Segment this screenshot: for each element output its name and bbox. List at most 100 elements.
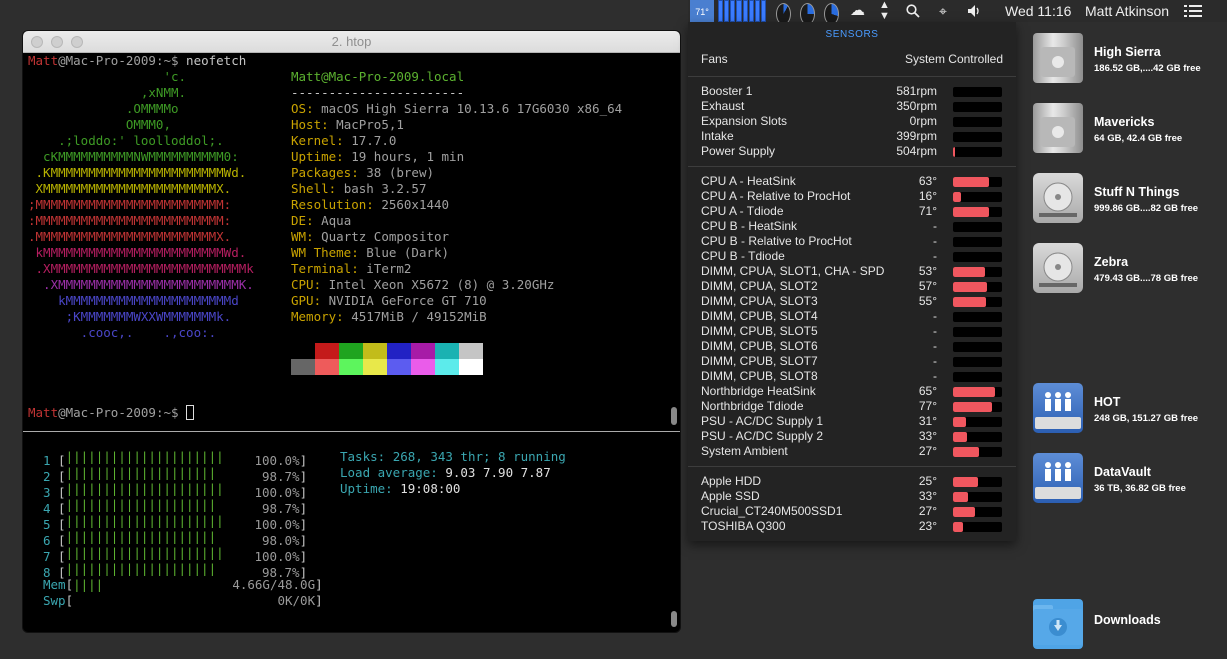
info-value: Aqua [321,213,352,228]
cpu-temp-icon[interactable]: 71° 77° [690,0,714,39]
color-swatch [363,343,387,359]
sensor-row[interactable]: DIMM, CPUB, SLOT8 - [701,369,1003,384]
sensor-row[interactable]: CPU A - Relative to ProcHot 16° [701,189,1003,204]
sensor-value: 31° [918,414,937,428]
sensor-row[interactable]: Northbridge HeatSink 65° [701,384,1003,399]
fans-row[interactable]: Fans System Controlled [701,52,1003,68]
desktop-icon-netdrv[interactable]: DataVault 36 TB, 36.82 GB free [1033,453,1227,513]
scrollbar[interactable] [671,611,677,627]
color-swatch [339,359,363,375]
mem-bar: |||| [73,577,104,592]
desktop-icon-info: 36 TB, 36.82 GB free [1094,483,1186,494]
cpu-bar: |||||||||||||||||||| [65,497,217,512]
sensor-name: TOSHIBA Q300 [701,519,786,533]
text-cursor [186,405,194,420]
network-icon[interactable]: ⌖ [939,0,947,22]
prompt-line[interactable]: Matt@Mac-Pro-2009:~$ [28,405,194,421]
sensor-value: 25° [918,474,937,488]
sensor-value: 27° [918,504,937,518]
load-average-line: Load average: 9.03 7.90 7.87 [340,465,551,481]
sensor-value: 65° [918,384,937,398]
info-line: Shell: bash 3.2.57 [291,181,427,197]
sensor-name: CPU A - HeatSink [701,174,796,188]
info-colon: : [306,213,322,228]
cloud-icon[interactable]: ☁ [850,0,865,22]
sensor-row[interactable]: CPU A - Tdiode 71° [701,204,1003,219]
network-drive-icon [1033,453,1083,503]
fans-mode[interactable]: System Controlled [905,52,1003,66]
sensor-row[interactable]: Apple SSD 33° [701,489,1003,504]
desktop-icon-macpro[interactable]: Mavericks 64 GB, 42.4 GB free [1033,103,1227,163]
sensor-value: 350rpm [896,99,937,113]
info-value: 17.7.0 [351,133,397,148]
sensor-bar [953,447,1002,457]
cpu-bar: |||||||||||||||||||| [65,465,217,480]
sensor-row[interactable]: DIMM, CPUA, SLOT2 57° [701,279,1003,294]
title-bar[interactable]: 2. htop [23,31,680,53]
desktop-icon-disk[interactable]: Zebra 479.43 GB....78 GB free [1033,243,1227,303]
cpu-meter: 8 [|||||||||||||||||||| 98.7%] [43,561,307,580]
user-name[interactable]: Matt Atkinson [1085,0,1169,22]
color-swatch [459,343,483,359]
sensor-value: - [933,324,937,338]
sensor-row[interactable]: Crucial_CT240M500SSD1 27° [701,504,1003,519]
sensor-row[interactable]: Apple HDD 25° [701,474,1003,489]
desktop-icon-folder[interactable]: Downloads [1033,599,1227,659]
sensor-row[interactable]: PSU - AC/DC Supply 2 33° [701,429,1003,444]
info-key: WM Theme [291,245,352,260]
sensor-row[interactable]: Power Supply 504rpm [701,144,1003,159]
bracket: ] [315,593,323,608]
volume-icon[interactable] [967,0,983,22]
logo-line: 'c. [28,69,187,84]
sensor-row[interactable]: CPU B - Relative to ProcHot - [701,234,1003,249]
cpu-bar: |||||||||||||||||||| [65,529,217,544]
sensor-row[interactable]: Northbridge Tdiode 77° [701,399,1003,414]
prompt-user: Matt [28,405,59,420]
logo-line: cKMMMMMMMMMMNWMMMMMMMMMM0: [28,149,239,164]
sensor-bar [953,492,1002,502]
info-value: Blue (Dark) [366,245,450,260]
sensor-row[interactable]: Booster 1 581rpm [701,84,1003,99]
info-line: WM: Quartz Compositor [291,229,449,245]
sensor-row[interactable]: PSU - AC/DC Supply 1 31° [701,414,1003,429]
sensor-value: 53° [918,264,937,278]
search-icon[interactable] [906,0,920,22]
uptime-line: Uptime: 19:08:00 [340,481,460,497]
sensor-row[interactable]: TOSHIBA Q300 23° [701,519,1003,534]
terminal-window[interactable]: 2. htop Matt@Mac-Pro-2009:~$ neofetch 'c… [23,31,680,632]
scrollbar[interactable] [671,407,677,425]
color-swatch [291,359,315,375]
cpu-bars-icon[interactable] [718,0,766,22]
color-swatch [435,359,459,375]
sensor-bar [953,87,1002,97]
sensor-row[interactable]: Intake 399rpm [701,129,1003,144]
cpu-bar: |||||||||||||||||||| [65,561,217,576]
sensor-row[interactable]: DIMM, CPUA, SLOT1, CHA - SPD 53° [701,264,1003,279]
info-value: MacPro5,1 [336,117,404,132]
sensor-row[interactable]: DIMM, CPUB, SLOT4 - [701,309,1003,324]
sensor-row[interactable]: CPU B - Tdiode - [701,249,1003,264]
sensor-bar [953,192,1002,202]
sensor-row[interactable]: DIMM, CPUB, SLOT5 - [701,324,1003,339]
menu-list-icon[interactable] [1184,0,1202,22]
info-value: NVIDIA GeForce GT 710 [328,293,487,308]
pane-divider[interactable] [23,431,680,432]
sensor-row[interactable]: CPU B - HeatSink - [701,219,1003,234]
sensor-row[interactable]: DIMM, CPUA, SLOT3 55° [701,294,1003,309]
sensor-bar [953,207,1002,217]
desktop-icon-macpro[interactable]: High Sierra 186.52 GB,....42 GB free [1033,33,1227,93]
sensor-bar-fill [953,147,956,157]
swap-meter: Swp[0K/0K] [43,593,323,609]
desktop-icon-disk[interactable]: Stuff N Things 999.86 GB....82 GB free [1033,173,1227,233]
arrows-icon[interactable]: ▲ ▼ [879,0,890,22]
clock[interactable]: Wed 11:16 [1005,0,1071,22]
sensor-row[interactable]: DIMM, CPUB, SLOT6 - [701,339,1003,354]
sensor-row[interactable]: Exhaust 350rpm [701,99,1003,114]
sensor-bar [953,237,1002,247]
desktop-icon-netdrv[interactable]: HOT 248 GB, 151.27 GB free [1033,383,1227,443]
sensor-name: DIMM, CPUA, SLOT1, CHA - SPD [701,264,885,278]
sensor-row[interactable]: System Ambient 27° [701,444,1003,459]
sensor-row[interactable]: DIMM, CPUB, SLOT7 - [701,354,1003,369]
sensor-row[interactable]: Expansion Slots 0rpm [701,114,1003,129]
sensor-row[interactable]: CPU A - HeatSink 63° [701,174,1003,189]
